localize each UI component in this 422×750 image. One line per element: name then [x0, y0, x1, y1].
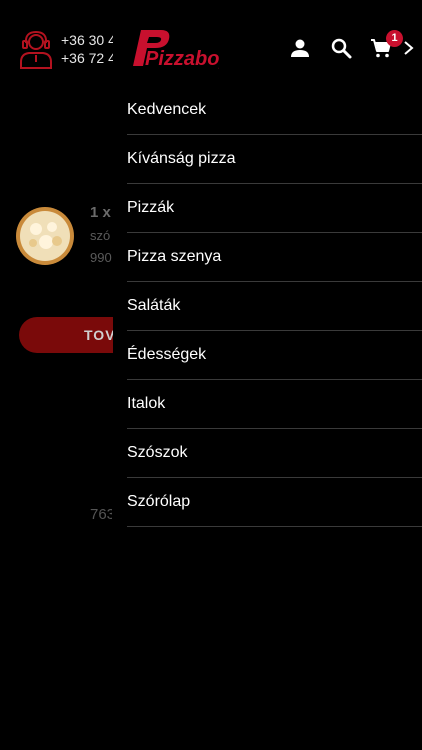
logo-text: Pizzaboy: [145, 48, 219, 70]
phone-number-1[interactable]: +36 30 4: [61, 31, 113, 49]
operator-icon[interactable]: [15, 28, 57, 70]
user-icon[interactable]: [288, 36, 312, 60]
menu-item-szorolap[interactable]: Szórólap: [127, 478, 422, 527]
menu-item-pizzak[interactable]: Pizzák: [127, 184, 422, 233]
order-item-subtitle: szó: [90, 228, 111, 243]
category-menu: Kedvencek Kívánság pizza Pizzák Pizza sz…: [127, 86, 422, 527]
menu-item-kivansag-pizza[interactable]: Kívánság pizza: [127, 135, 422, 184]
phone-numbers[interactable]: +36 30 4 +36 72 4: [61, 31, 113, 67]
menu-item-szoszok[interactable]: Szószok: [127, 429, 422, 478]
chevron-right-icon[interactable]: [402, 36, 416, 60]
order-item-price: 990: [90, 250, 112, 265]
pizza-thumbnail: [16, 207, 74, 265]
navigation-drawer: Pizzaboy 1 Kedvencek Kívánság pizza Pizz…: [113, 0, 422, 750]
menu-item-italok[interactable]: Italok: [127, 380, 422, 429]
search-icon[interactable]: [329, 36, 353, 60]
order-item-quantity: 1 x: [90, 204, 111, 221]
footer-number: 763: [90, 506, 112, 523]
menu-item-pizza-szenya[interactable]: Pizza szenya: [127, 233, 422, 282]
cart-count-badge: 1: [386, 30, 403, 47]
pizzaboy-logo[interactable]: Pizzaboy: [127, 26, 219, 70]
menu-item-salatak[interactable]: Saláták: [127, 282, 422, 331]
app-screen: +36 30 4 +36 72 4 1 x szó 990 TOVÁBB 763…: [0, 0, 422, 750]
phone-number-2[interactable]: +36 72 4: [61, 49, 113, 67]
menu-item-kedvencek[interactable]: Kedvencek: [127, 86, 422, 135]
menu-item-edessegek[interactable]: Édességek: [127, 331, 422, 380]
